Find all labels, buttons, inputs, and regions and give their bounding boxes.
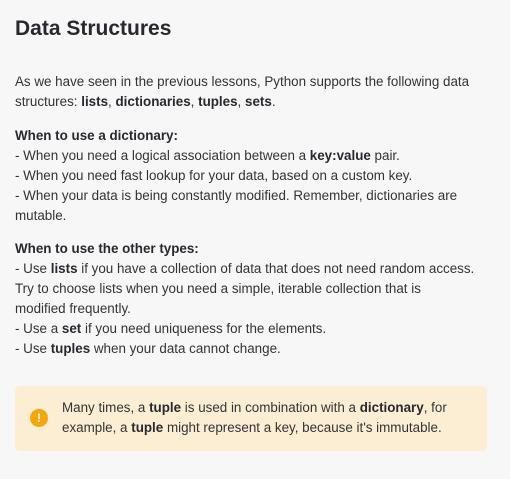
keyword-tuple: tuple <box>149 400 182 415</box>
callout-text-part: example, a <box>62 420 132 435</box>
other-item-3: - Use tuples when your data cannot chang… <box>15 339 493 359</box>
item-text: if you need uniqueness for the elements. <box>81 321 327 336</box>
callout-line-1: Many times, a tuple is used in combinati… <box>62 398 477 418</box>
keyword-lists: lists <box>81 94 109 109</box>
callout-line-2: example, a tuple might represent a key, … <box>62 418 477 438</box>
dictionary-section: When to use a dictionary: - When you nee… <box>15 126 493 226</box>
separator: , <box>190 94 199 109</box>
period: . <box>271 94 276 109</box>
other-types-heading: When to use the other types: <box>15 241 199 256</box>
other-item-2: - Use a set if you need uniqueness for t… <box>15 319 493 339</box>
callout-text-part: is used in combination with a <box>181 400 360 415</box>
callout-text-part: Many times, a <box>62 400 150 415</box>
item-text: when your data cannot change. <box>90 341 281 356</box>
keyword-set: set <box>61 321 82 336</box>
dictionary-item-3-cont: mutable. <box>15 208 67 223</box>
other-item-1-cont: Try to choose lists when you need a simp… <box>15 281 421 296</box>
keyword-dictionary: dictionary <box>359 400 424 415</box>
lesson-page: Data Structures As we have seen in the p… <box>0 0 510 479</box>
callout-text-part: might represent a key, because it's immu… <box>163 420 442 435</box>
keyword-tuples: tuples <box>198 94 238 109</box>
item-text: - Use <box>15 261 51 276</box>
warning-callout: ! Many times, a tuple is used in combina… <box>15 386 487 451</box>
dictionary-item-3: - When your data is being constantly mod… <box>15 188 458 203</box>
keyword-tuple: tuple <box>131 420 164 435</box>
item-text: pair. <box>370 148 400 163</box>
item-text: - Use a <box>15 321 62 336</box>
item-text: - When you need a logical association be… <box>15 148 310 163</box>
callout-text-part: , for <box>423 400 447 415</box>
dictionary-item-1: - When you need a logical association be… <box>15 146 493 166</box>
dictionary-item-2: - When you need fast lookup for your dat… <box>15 168 413 183</box>
item-text: if you have a collection of data that do… <box>77 261 475 276</box>
keyword-sets: sets <box>245 94 272 109</box>
intro-line-2: structures: lists, dictionaries, tuples,… <box>15 92 493 112</box>
page-title: Data Structures <box>15 17 172 40</box>
intro-line-1: As we have seen in the previous lessons,… <box>15 74 470 89</box>
other-item-1: - Use lists if you have a collection of … <box>15 259 493 279</box>
keyword-tuples: tuples <box>50 341 91 356</box>
keyword-lists: lists <box>50 261 78 276</box>
other-types-section: When to use the other types: - Use lists… <box>15 239 493 359</box>
other-item-1-cont-2: modified frequently. <box>15 301 131 316</box>
intro-paragraph: As we have seen in the previous lessons,… <box>15 72 493 112</box>
keyword-dictionaries: dictionaries <box>115 94 191 109</box>
item-text: - Use <box>15 341 51 356</box>
keyword-key-value: key:value <box>309 148 371 163</box>
intro-text: structures: <box>15 94 82 109</box>
callout-text: Many times, a tuple is used in combinati… <box>62 398 477 438</box>
separator: , <box>237 94 245 109</box>
exclamation-icon: ! <box>30 409 48 427</box>
dictionary-heading: When to use a dictionary: <box>15 128 178 143</box>
